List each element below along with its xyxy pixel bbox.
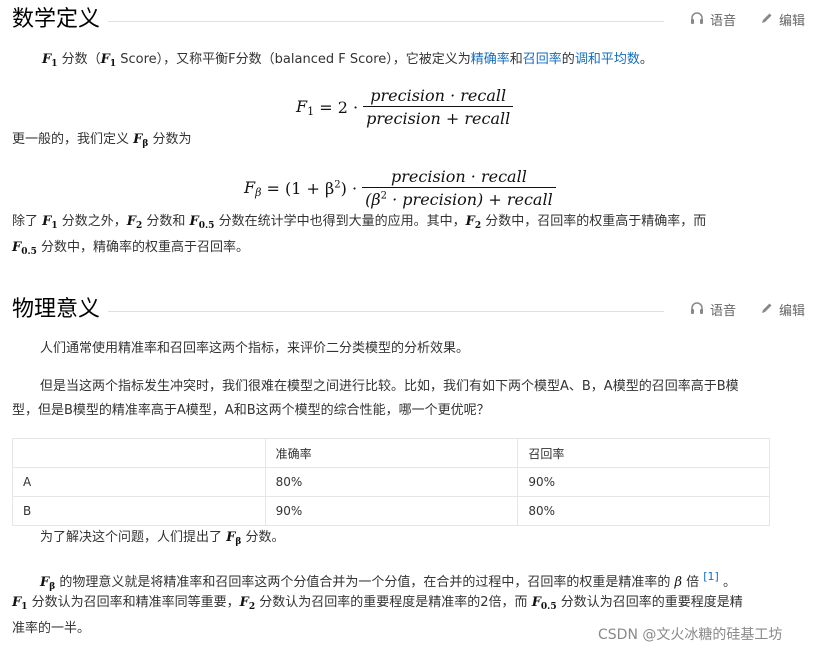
edit-button[interactable]: 编辑	[761, 10, 805, 29]
table-cell: 90%	[264, 496, 519, 526]
table-cell: A	[12, 467, 266, 497]
table-row: A 80% 90%	[12, 467, 770, 497]
table-header-cell: 准确率	[264, 438, 519, 468]
section-divider	[108, 21, 664, 22]
voice-label: 语音	[710, 304, 737, 319]
variants-paragraph-line1: 除了 F1 分数之外，F2 分数和 F0.5 分数在统计学中也得到大量的应用。其…	[12, 214, 707, 231]
table-header-row: 准确率 召回率	[12, 438, 770, 468]
paragraph-solution: 为了解决这个问题，人们提出了 Fβ 分数。	[40, 530, 285, 547]
formula-denominator: precision + recall	[363, 106, 514, 128]
model-comparison-table: 准确率 召回率 A 80% 90% B 90% 80%	[12, 438, 770, 526]
general-definition-text: 更一般的，我们定义 Fβ 分数为	[12, 132, 192, 149]
formula-denominator: (β2 · precision) + recall	[362, 187, 556, 209]
pencil-icon	[761, 302, 779, 318]
section-title-physical-meaning: 物理意义	[12, 297, 101, 322]
f1-symbol: F1	[100, 52, 117, 69]
table-header-cell	[12, 438, 266, 468]
section-divider	[108, 311, 664, 312]
paragraph-physical-meaning-line2: F1 分数认为召回率和精准率同等重要，F2 分数认为召回率的重要程度是精准率的2…	[12, 595, 743, 612]
link-precision[interactable]: 精确率	[471, 52, 510, 67]
paragraph-metrics-intro: 人们通常使用精准率和召回率这两个指标，来评价二分类模型的分析效果。	[40, 341, 470, 356]
formula-f1: F1 = 2 · precision · recall precision + …	[296, 86, 514, 128]
edit-button[interactable]: 编辑	[761, 300, 805, 319]
formula-numerator: precision · recall	[391, 167, 527, 186]
paragraph-conflict-line2: 型，但是B模型的精准率高于A模型，A和B这两个模型的综合性能，哪一个更优呢？	[12, 403, 490, 418]
edit-label: 编辑	[779, 304, 806, 319]
pencil-icon	[761, 12, 779, 28]
formula-fbeta: Fβ = (1 + β2) · precision · recall (β2 ·…	[244, 167, 556, 209]
edit-label: 编辑	[779, 14, 806, 29]
paragraph-conflict-line1: 但是当这两个指标发生冲突时，我们很难在模型之间进行比较。比如，我们有如下两个模型…	[40, 379, 739, 394]
table-cell: 90%	[517, 467, 770, 497]
link-recall[interactable]: 召回率	[523, 52, 562, 67]
headphones-icon	[690, 11, 710, 29]
section-title-math-definition: 数学定义	[12, 7, 101, 32]
table-cell: 80%	[264, 467, 519, 497]
voice-label: 语音	[710, 14, 737, 29]
paragraph-physical-meaning-line3: 准率的一半。	[12, 621, 91, 636]
voice-button[interactable]: 语音	[690, 10, 736, 29]
table-header-cell: 召回率	[517, 438, 770, 468]
table-row: B 90% 80%	[12, 496, 770, 526]
csdn-watermark: CSDN @文火冰糖的硅基工坊	[598, 627, 783, 643]
headphones-icon	[690, 301, 710, 319]
variants-paragraph-line2: F0.5 分数中，精确率的权重高于召回率。	[12, 240, 250, 257]
f1-intro-paragraph: F1 分数（F1 Score），又称平衡F分数（balanced F Score…	[42, 52, 653, 69]
table-cell: B	[12, 496, 266, 526]
link-harmonic-mean[interactable]: 调和平均数	[575, 52, 640, 67]
reference-link[interactable]: [1]	[703, 570, 719, 583]
table-cell: 80%	[517, 496, 770, 526]
f1-symbol: F1	[42, 52, 58, 69]
voice-button[interactable]: 语音	[690, 300, 736, 319]
formula-numerator: precision · recall	[370, 86, 507, 105]
